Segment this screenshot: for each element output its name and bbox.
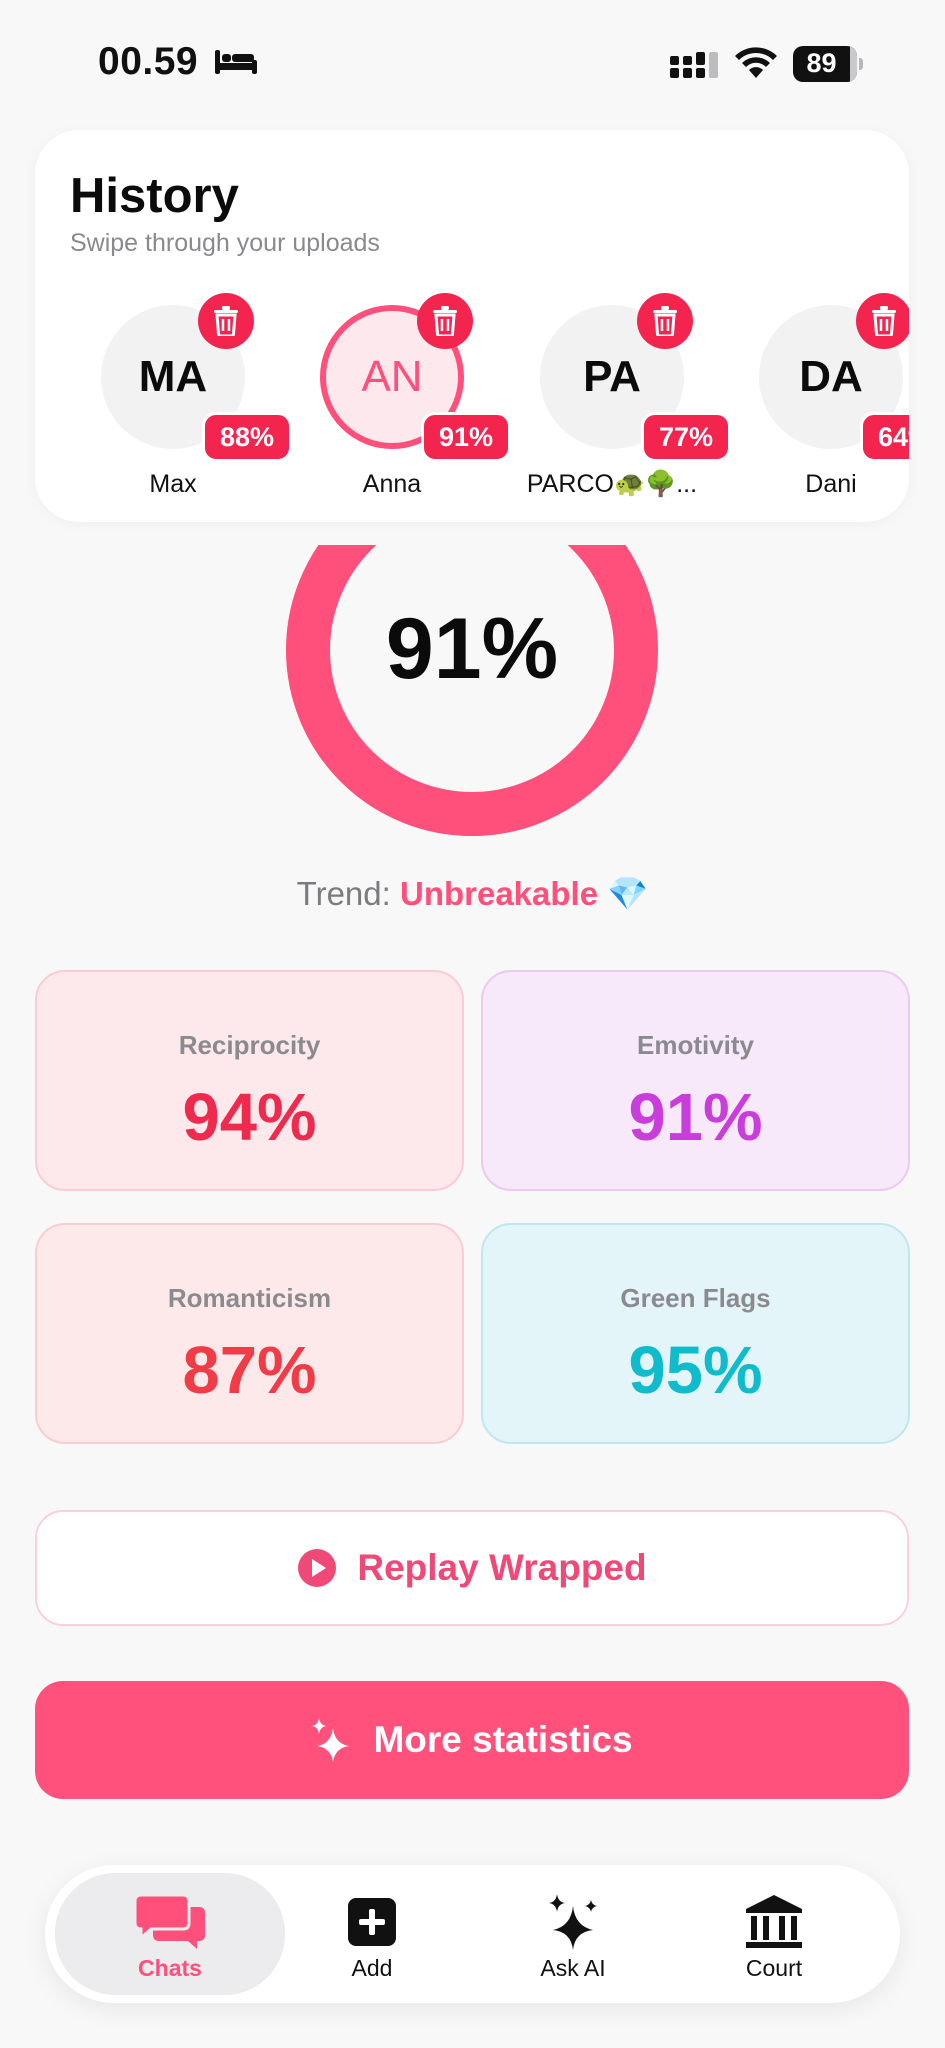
trash-icon bbox=[872, 306, 896, 336]
replay-wrapped-button[interactable]: Replay Wrapped bbox=[35, 1510, 909, 1626]
history-item-name: Max bbox=[149, 470, 197, 498]
replay-wrapped-label: Replay Wrapped bbox=[357, 1547, 647, 1588]
history-subtitle: Swipe through your uploads bbox=[70, 229, 380, 257]
status-bar: 00.59 89 bbox=[0, 0, 945, 125]
trash-icon bbox=[214, 306, 238, 336]
score-percent: 91% bbox=[385, 601, 559, 697]
score-badge: 77% bbox=[641, 412, 731, 462]
plus-square-icon bbox=[348, 1898, 396, 1946]
stat-value: 87% bbox=[182, 1333, 317, 1408]
tab-label: Chats bbox=[138, 1955, 202, 1981]
delete-button[interactable] bbox=[637, 293, 693, 349]
tab-court[interactable]: Court bbox=[659, 1873, 889, 1995]
tab-chats[interactable]: Chats bbox=[55, 1873, 285, 1995]
romanticism-card: Romanticism 87% bbox=[35, 1223, 464, 1444]
stat-label: Green Flags bbox=[620, 1283, 771, 1313]
tab-add[interactable]: Add bbox=[257, 1873, 487, 1995]
chat-bubbles-icon bbox=[133, 1893, 205, 1949]
history-item-name: Dani bbox=[805, 470, 857, 498]
history-item-name: Anna bbox=[362, 470, 422, 498]
score-badge: 88% bbox=[202, 412, 292, 462]
more-statistics-label: More statistics bbox=[373, 1719, 633, 1760]
trend-line: Trend: Unbreakable 💎 bbox=[0, 875, 945, 914]
trend-label: Trend: bbox=[296, 875, 391, 912]
diamond-icon: 💎 bbox=[607, 875, 649, 912]
courthouse-icon bbox=[746, 1895, 802, 1948]
history-item-name: PARCO🐢🌳... bbox=[526, 470, 698, 498]
score-badge: 64% bbox=[860, 412, 909, 462]
stat-label: Reciprocity bbox=[178, 1030, 321, 1060]
sparkles-icon bbox=[549, 1894, 597, 1950]
history-card: History Swipe through your uploads MA 88… bbox=[35, 130, 909, 522]
tab-bar: Chats Add Ask AI Court bbox=[45, 1865, 900, 2003]
tab-label: Ask AI bbox=[540, 1955, 606, 1981]
history-title: History bbox=[70, 169, 239, 223]
more-statistics-button[interactable]: More statistics bbox=[35, 1681, 909, 1799]
tab-label: Add bbox=[351, 1955, 393, 1981]
sparkles-icon bbox=[312, 1718, 350, 1762]
history-item-parco[interactable]: PA 77% PARCO🐢🌳... bbox=[526, 293, 731, 505]
sleep-bed-icon bbox=[215, 50, 257, 74]
trend-value: Unbreakable bbox=[399, 875, 599, 912]
battery-level: 89 bbox=[806, 48, 837, 78]
stat-label: Romanticism bbox=[167, 1283, 332, 1313]
delete-button[interactable] bbox=[417, 293, 473, 349]
cellular-signal-icon bbox=[670, 52, 718, 78]
stat-value: 94% bbox=[182, 1080, 317, 1155]
reciprocity-card: Reciprocity 94% bbox=[35, 970, 464, 1191]
wifi-icon bbox=[735, 47, 777, 78]
battery-icon: 89 bbox=[793, 46, 863, 82]
delete-button[interactable] bbox=[198, 293, 254, 349]
stat-value: 95% bbox=[628, 1333, 763, 1408]
score-badge: 91% bbox=[421, 412, 511, 462]
tab-label: Court bbox=[745, 1955, 803, 1981]
history-item-dani[interactable]: DA 64% Dani bbox=[745, 293, 909, 505]
stat-label: Emotivity bbox=[636, 1030, 755, 1060]
play-circle-icon bbox=[298, 1549, 337, 1587]
trash-icon bbox=[653, 306, 677, 336]
status-time: 00.59 bbox=[98, 40, 199, 83]
stat-value: 91% bbox=[628, 1080, 763, 1155]
green-flags-card: Green Flags 95% bbox=[481, 1223, 910, 1444]
history-item-anna[interactable]: AN 91% Anna bbox=[306, 293, 511, 505]
trash-icon bbox=[433, 306, 457, 336]
history-item-max[interactable]: MA 88% Max bbox=[87, 293, 292, 505]
tab-ask-ai[interactable]: Ask AI bbox=[458, 1873, 688, 1995]
emotivity-card: Emotivity 91% bbox=[481, 970, 910, 1191]
delete-button[interactable] bbox=[856, 293, 909, 349]
